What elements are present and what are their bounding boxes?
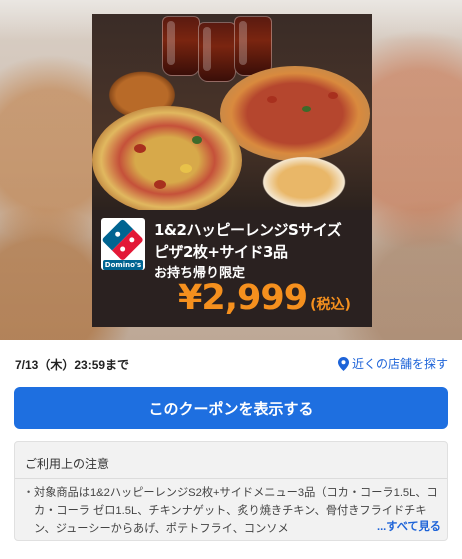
ad-tax-note: (税込) (310, 297, 351, 313)
usage-notes-body: ・ 対象商品は1&2ハッピーレンジS2枚+サイドメニュー3品（コカ・コーラ1.5… (23, 484, 441, 538)
topping-dot (192, 136, 202, 144)
coupon-meta-row: 7/13（木）23:59まで 近くの店舗を探す (0, 345, 462, 381)
expiry-date: 7/13（木）23:59まで (15, 358, 130, 372)
dominos-logo: Domino's (101, 218, 145, 270)
store-link-label: 近くの店舗を探す (351, 357, 448, 371)
find-nearby-store-link[interactable]: 近くの店舗を探す (337, 355, 448, 372)
topping-dot (180, 164, 192, 173)
ad-price-row: ¥2,999 (税込) (178, 278, 351, 318)
divider (15, 478, 447, 479)
ad-price: ¥2,999 (178, 278, 308, 318)
usage-notes-title: ご利用上の注意 (25, 457, 110, 471)
usage-notes-panel: ご利用上の注意 ・ 対象商品は1&2ハッピーレンジS2枚+サイドメニュー3品（コ… (14, 441, 448, 541)
show-coupon-button[interactable]: このクーポンを表示する (14, 387, 448, 429)
logo-wordmark: Domino's (102, 260, 144, 270)
ad-headline-line2: ピザ2枚+サイド3品 (154, 243, 288, 261)
topping-dot (302, 106, 311, 112)
hero-banner: Domino's 1&2ハッピーレンジSサイズ ピザ2枚+サイド3品 お持ち帰り… (0, 0, 462, 340)
bullet-mark: ・ (23, 487, 35, 499)
topping-dot (328, 92, 338, 99)
topping-dot (267, 96, 277, 103)
potato-wedges-image (258, 154, 350, 210)
cola-glass-icon (162, 16, 200, 76)
cola-glass-icon (234, 16, 272, 76)
topping-dot (134, 144, 146, 153)
ad-headline-line1: 1&2ハッピーレンジSサイズ (154, 221, 342, 239)
see-all-link[interactable]: ...すべて見る (360, 518, 441, 536)
food-photo (92, 14, 372, 214)
pizza-image (220, 66, 370, 161)
dominos-tile-icon (101, 218, 144, 262)
pizza-image (92, 106, 242, 214)
location-pin-icon (337, 356, 349, 371)
topping-dot (154, 180, 166, 189)
cola-glass-icon (198, 22, 236, 82)
